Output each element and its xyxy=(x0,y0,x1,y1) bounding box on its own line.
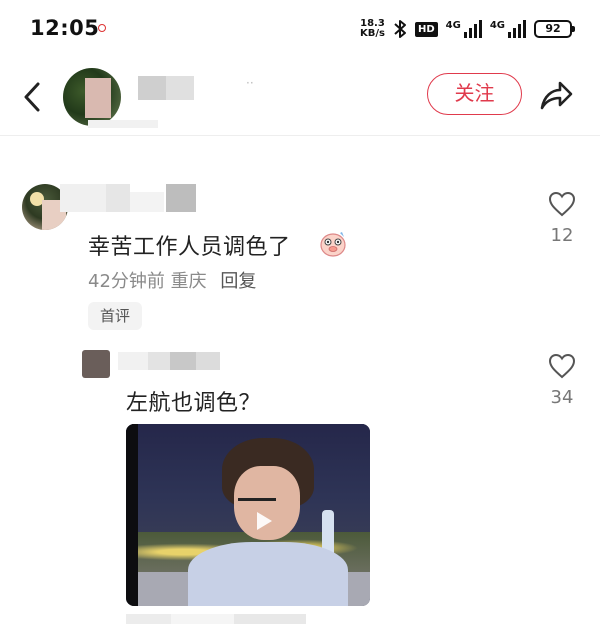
cutoff-text-mosaic xyxy=(126,614,306,624)
like-count: 34 xyxy=(550,387,574,408)
video-thumbnail[interactable] xyxy=(126,424,370,606)
reply-text: 左航也调色？ xyxy=(126,391,262,416)
status-indicators: 18.3 KB/s HD 4G 4G 92 xyxy=(360,16,575,42)
comment-text: 幸苦工作人员调色了 xyxy=(88,235,291,260)
bluetooth-icon xyxy=(394,20,406,38)
share-arrow-icon[interactable] xyxy=(538,78,574,112)
network-type-2: 4G xyxy=(489,20,505,31)
notification-icon xyxy=(98,24,106,32)
avatar-mosaic xyxy=(85,78,111,118)
battery-indicator: 92 xyxy=(534,20,575,38)
hd-voice-badge: HD xyxy=(414,21,438,37)
signal-strength-1: 4G xyxy=(446,20,482,38)
follow-button[interactable]: 关注 xyxy=(427,73,522,115)
heart-icon[interactable] xyxy=(548,191,576,217)
reply-avatar[interactable] xyxy=(82,350,110,378)
comment-meta: 42分钟前 重庆 回复 xyxy=(88,267,256,293)
header-subtext-mosaic xyxy=(88,120,158,128)
signal-strength-2: 4G xyxy=(490,20,526,38)
post-header: ·· 关注 xyxy=(0,58,600,136)
status-bar: 12:05 18.3 KB/s HD 4G 4G 92 xyxy=(0,0,600,58)
first-comment-badge: 首评 xyxy=(88,302,142,330)
reply-name-mosaic[interactable] xyxy=(118,352,228,372)
comment-location: 重庆 xyxy=(170,271,207,292)
network-type-1: 4G xyxy=(445,20,461,31)
commenter-name-mosaic[interactable] xyxy=(60,184,200,214)
comment-time: 42分钟前 xyxy=(88,271,165,292)
blushing-pig-emoji-icon xyxy=(320,232,346,257)
author-name-mosaic[interactable] xyxy=(138,76,194,100)
headset-mic xyxy=(238,498,276,501)
author-avatar[interactable] xyxy=(63,68,121,126)
play-icon[interactable] xyxy=(254,510,274,532)
speed-unit: KB/s xyxy=(360,28,385,39)
reply-button[interactable]: 回复 xyxy=(220,271,256,292)
chevron-left-icon[interactable] xyxy=(20,80,44,114)
network-speed: 18.3 KB/s xyxy=(360,19,385,39)
author-name-mark: ·· xyxy=(246,76,254,90)
clock-time: 12:05 xyxy=(30,16,100,40)
like-count: 12 xyxy=(550,225,574,246)
heart-icon[interactable] xyxy=(548,353,576,379)
